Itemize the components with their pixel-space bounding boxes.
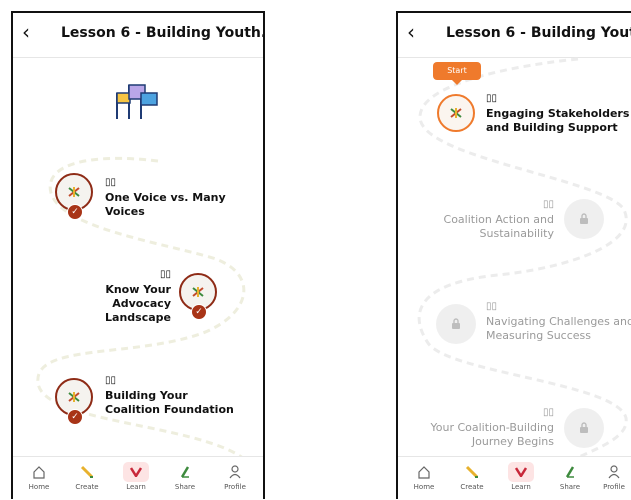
start-badge: Start bbox=[433, 62, 481, 85]
lesson-icon bbox=[68, 187, 80, 197]
pencil-icon bbox=[80, 465, 94, 479]
completed-check-icon: ✓ bbox=[191, 304, 207, 320]
lesson-node-2[interactable] bbox=[564, 199, 604, 239]
tab-share[interactable]: Share bbox=[546, 457, 594, 491]
lesson-label-1[interactable]: ▯▯ One Voice vs. Many Voices bbox=[105, 177, 255, 219]
lesson-icon bbox=[450, 108, 462, 118]
tab-label: Share bbox=[559, 483, 581, 491]
tab-learn[interactable]: Learn bbox=[112, 457, 160, 491]
lesson-node-1[interactable] bbox=[437, 94, 475, 132]
book-icon: ▯▯ bbox=[105, 177, 117, 188]
lesson-title: Coalition Action and Sustainability bbox=[443, 213, 554, 240]
lesson-label-2[interactable]: ▯▯ Know Your Advocacy Landscape bbox=[43, 269, 171, 325]
tab-label: Home bbox=[28, 483, 50, 491]
lesson-label-3[interactable]: ▯▯ Navigating Challenges and Measuring S… bbox=[486, 301, 631, 343]
tab-label: Share bbox=[174, 483, 196, 491]
book-icon: ▯▯ bbox=[105, 375, 117, 386]
tab-create[interactable]: Create bbox=[448, 457, 496, 491]
lesson-title: Navigating Challenges and Measuring Succ… bbox=[486, 315, 631, 342]
learn-icon bbox=[130, 467, 142, 477]
lesson-title: Your Coalition-Building Journey Begins bbox=[430, 421, 554, 448]
lesson-label-4[interactable]: ▯▯ Your Coalition-Building Journey Begin… bbox=[418, 407, 554, 449]
lesson-label-2[interactable]: ▯▯ Coalition Action and Sustainability bbox=[418, 199, 554, 241]
flags-illustration bbox=[116, 84, 158, 119]
tab-profile[interactable]: Profile bbox=[590, 457, 631, 491]
lesson-title: Engaging Stakeholders and Building Suppo… bbox=[486, 107, 630, 134]
tab-learn[interactable]: Learn bbox=[497, 457, 545, 491]
tab-label: Learn bbox=[511, 483, 531, 491]
pencil-icon bbox=[465, 465, 479, 479]
lesson-icon bbox=[192, 287, 204, 297]
tab-label: Create bbox=[75, 483, 99, 491]
book-icon: ▯▯ bbox=[542, 407, 554, 418]
share-icon bbox=[180, 466, 190, 478]
book-icon: ▯▯ bbox=[486, 93, 498, 104]
lock-icon bbox=[452, 318, 460, 329]
tab-home[interactable]: Home bbox=[15, 457, 63, 491]
tab-label: Profile bbox=[224, 483, 246, 491]
completed-check-icon: ✓ bbox=[67, 409, 83, 425]
tab-bar: Home Create Learn Share Profile bbox=[13, 456, 263, 499]
book-icon: ▯▯ bbox=[542, 199, 554, 210]
learn-icon bbox=[515, 467, 527, 477]
lock-icon bbox=[580, 422, 588, 433]
tab-profile[interactable]: Profile bbox=[211, 457, 259, 491]
lesson-label-1[interactable]: ▯▯ Engaging Stakeholders and Building Su… bbox=[486, 93, 631, 135]
book-icon: ▯▯ bbox=[159, 269, 171, 280]
tab-create[interactable]: Create bbox=[63, 457, 111, 491]
tab-label: Home bbox=[413, 483, 435, 491]
tab-share[interactable]: Share bbox=[161, 457, 209, 491]
profile-icon bbox=[229, 465, 241, 479]
lesson-title: Building Your Coalition Foundation bbox=[105, 389, 234, 416]
home-icon bbox=[418, 465, 430, 479]
lesson-node-3[interactable] bbox=[436, 304, 476, 344]
lesson-title: One Voice vs. Many Voices bbox=[105, 191, 226, 218]
tab-label: Profile bbox=[603, 483, 625, 491]
lock-icon bbox=[580, 213, 588, 224]
lesson-node-4[interactable] bbox=[564, 408, 604, 448]
phone-screen-progress: ‹ Lesson 6 - Building Youth... Start ▯▯ … bbox=[396, 11, 631, 499]
lesson-title: Know Your Advocacy Landscape bbox=[105, 283, 171, 324]
phone-screen-completed: ‹ Lesson 6 - Building Youth... ✓ ▯▯ One … bbox=[11, 11, 265, 499]
lesson-label-3[interactable]: ▯▯ Building Your Coalition Foundation bbox=[105, 375, 245, 417]
share-icon bbox=[565, 466, 575, 478]
profile-icon bbox=[608, 465, 620, 479]
completed-check-icon: ✓ bbox=[67, 204, 83, 220]
tab-label: Learn bbox=[126, 483, 146, 491]
lesson-icon bbox=[68, 392, 80, 402]
home-icon bbox=[33, 465, 45, 479]
tab-home[interactable]: Home bbox=[400, 457, 448, 491]
book-icon: ▯▯ bbox=[486, 301, 498, 312]
tab-label: Create bbox=[460, 483, 484, 491]
tab-bar: Home Create Learn Share Profile bbox=[398, 456, 631, 499]
